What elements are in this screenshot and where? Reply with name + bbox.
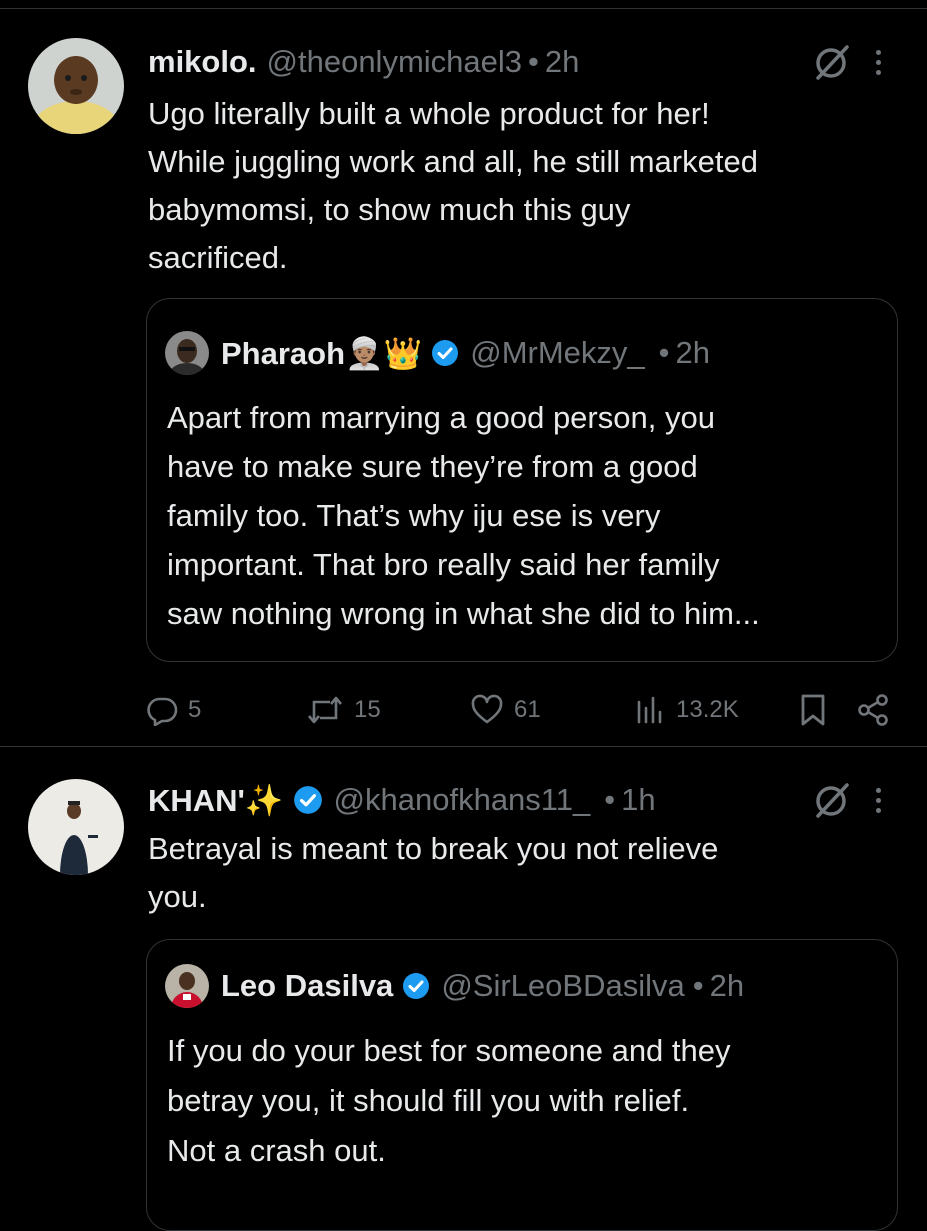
tweet-1[interactable]: mikolo. @theonlymichael3 • 2h Ugo litera… xyxy=(0,0,927,746)
bookmark-button[interactable] xyxy=(798,690,838,730)
tweet-2[interactable]: KHAN'✨ @khanofkhans11_ • 1h Betrayal is … xyxy=(0,747,927,1231)
avatar[interactable] xyxy=(28,779,124,875)
quoted-handle: @SirLeoBDasilva xyxy=(441,968,685,1003)
quoted-tweet-header: Pharaoh👳🏽‍♂️👑 @MrMekzy_ • 2h xyxy=(165,329,710,377)
tweet-actions: 5 15 61 13.2K xyxy=(146,690,896,730)
quoted-text-line: betray you, it should fill you with reli… xyxy=(167,1083,690,1118)
quoted-timestamp: 2h xyxy=(675,335,710,370)
quoted-display-name: Leo Dasilva xyxy=(221,968,394,1003)
display-name[interactable]: KHAN'✨ xyxy=(148,782,284,819)
tweet-text-line: babymomsi, to show much this guy xyxy=(148,192,631,227)
quoted-text-line: family too. That’s why iju ese is very xyxy=(167,498,661,533)
avatar[interactable] xyxy=(28,38,124,134)
views-button[interactable]: 13.2K xyxy=(634,690,739,730)
grok-icon[interactable] xyxy=(812,42,852,82)
display-name[interactable]: mikolo. xyxy=(148,44,257,80)
quoted-handle: @MrMekzy_ xyxy=(470,335,645,370)
quoted-display-name: Pharaoh👳🏽‍♂️👑 xyxy=(221,335,423,371)
repost-button[interactable]: 15 xyxy=(306,690,381,730)
quoted-text-line: Apart from marrying a good person, you xyxy=(167,400,715,435)
tweet-text-line: While juggling work and all, he still ma… xyxy=(148,144,758,179)
tweet-text-line: you. xyxy=(148,879,207,914)
reply-icon xyxy=(147,697,178,726)
quoted-timestamp: 2h xyxy=(709,968,745,1003)
quoted-tweet-text: Apart from marrying a good person, you h… xyxy=(167,393,882,638)
share-icon xyxy=(858,694,888,726)
quoted-avatar xyxy=(165,331,209,375)
verified-badge-icon xyxy=(430,338,460,368)
verified-badge-icon xyxy=(401,971,431,1001)
quoted-text-line: saw nothing wrong in what she did to him… xyxy=(167,596,760,631)
user-handle[interactable]: @khanofkhans11_ xyxy=(334,782,591,818)
tweet-text: Ugo literally built a whole product for … xyxy=(148,90,888,282)
more-icon[interactable] xyxy=(868,780,888,820)
quoted-tweet[interactable]: Leo Dasilva @SirLeoBDasilva • 2h If you … xyxy=(146,939,898,1231)
separator-dot: • xyxy=(528,44,539,79)
quoted-avatar xyxy=(165,964,209,1008)
heart-icon xyxy=(471,694,503,724)
repost-count: 15 xyxy=(354,696,381,723)
tweet-text-line: sacrificed. xyxy=(148,240,288,275)
tweet-text-line: Ugo literally built a whole product for … xyxy=(148,96,710,131)
views-count: 13.2K xyxy=(676,696,739,723)
timestamp[interactable]: 2h xyxy=(545,44,579,80)
repost-icon xyxy=(308,696,342,724)
quoted-text-line: important. That bro really said her fami… xyxy=(167,547,720,582)
like-count: 61 xyxy=(514,696,541,723)
like-button[interactable]: 61 xyxy=(470,690,541,730)
quoted-tweet-text: If you do your best for someone and they… xyxy=(167,1026,882,1176)
quoted-tweet[interactable]: Pharaoh👳🏽‍♂️👑 @MrMekzy_ • 2h Apart from … xyxy=(146,298,898,662)
reply-count: 5 xyxy=(188,696,202,723)
tweet-header: mikolo. @theonlymichael3 • 2h xyxy=(148,42,579,82)
tweet-text: Betrayal is meant to break you not relie… xyxy=(148,825,888,921)
tweet-text-line: Betrayal is meant to break you not relie… xyxy=(148,831,719,866)
more-icon[interactable] xyxy=(868,42,888,82)
quoted-tweet-header: Leo Dasilva @SirLeoBDasilva • 2h xyxy=(165,962,744,1010)
user-handle[interactable]: @theonlymichael3 xyxy=(267,44,523,80)
separator-dot: • xyxy=(692,968,704,1003)
bookmark-icon xyxy=(801,694,825,726)
quoted-text-line: have to make sure they’re from a good xyxy=(167,449,698,484)
quoted-text-line: If you do your best for someone and they xyxy=(167,1033,731,1068)
views-icon xyxy=(637,696,662,724)
quoted-text-line: Not a crash out. xyxy=(167,1133,386,1168)
separator-dot: • xyxy=(604,782,616,817)
tweet-header: KHAN'✨ @khanofkhans11_ • 1h xyxy=(148,780,656,820)
reply-button[interactable]: 5 xyxy=(146,690,201,730)
timestamp[interactable]: 1h xyxy=(621,782,655,818)
separator-dot: • xyxy=(658,335,670,370)
grok-icon[interactable] xyxy=(812,780,852,820)
verified-badge-icon xyxy=(292,784,324,816)
share-button[interactable] xyxy=(856,690,900,730)
